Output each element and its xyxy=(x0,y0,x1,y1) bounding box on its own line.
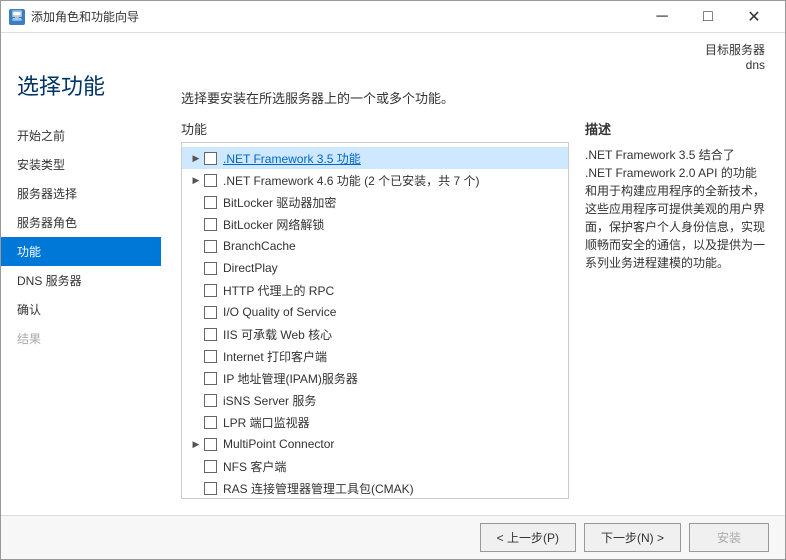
target-label: 目标服务器 xyxy=(705,43,765,57)
checkbox-lpr[interactable] xyxy=(204,416,217,429)
checkbox-net35[interactable] xyxy=(204,152,217,165)
checkbox-print-client[interactable] xyxy=(204,350,217,363)
checkbox-multipoint[interactable] xyxy=(204,438,217,451)
target-info: 目标服务器 dns xyxy=(161,33,785,72)
page-title: 选择功能 xyxy=(17,69,145,101)
sidebar-item-install-type[interactable]: 安装类型 xyxy=(1,150,161,179)
checkbox-isns[interactable] xyxy=(204,394,217,407)
sidebar-item-result: 结果 xyxy=(1,324,161,353)
feature-item-nfs[interactable]: NFS 客户端 xyxy=(182,455,568,477)
checkbox-ras[interactable] xyxy=(204,482,217,495)
feature-label-print-client: Internet 打印客户端 xyxy=(223,348,327,365)
sidebar-item-confirm[interactable]: 确认 xyxy=(1,295,161,324)
feature-item-net46[interactable]: ▶ .NET Framework 4.6 功能 (2 个已安装，共 7 个) xyxy=(182,169,568,191)
feature-item-net35[interactable]: ▶ .NET Framework 3.5 功能 xyxy=(182,147,568,169)
feature-label-isns: iSNS Server 服务 xyxy=(223,392,316,409)
prev-button[interactable]: < 上一步(P) xyxy=(480,523,576,552)
feature-item-multipoint[interactable]: ▶ MultiPoint Connector xyxy=(182,433,568,455)
feature-item-isns[interactable]: iSNS Server 服务 xyxy=(182,389,568,411)
instruction-text: 选择要安装在所选服务器上的一个或多个功能。 xyxy=(181,88,765,107)
checkbox-http-proxy[interactable] xyxy=(204,284,217,297)
title-bar-left: 🖥 添加角色和功能向导 xyxy=(9,8,139,25)
feature-item-ras[interactable]: RAS 连接管理器管理工具包(CMAK) xyxy=(182,477,568,498)
checkbox-net46[interactable] xyxy=(204,174,217,187)
checkbox-branchcache[interactable] xyxy=(204,240,217,253)
main-content: 选择要安装在所选服务器上的一个或多个功能。 功能 ▶ .NET Framework… xyxy=(161,72,785,515)
sidebar-item-dns-server[interactable]: DNS 服务器 xyxy=(1,266,161,295)
window-title: 添加角色和功能向导 xyxy=(31,8,139,25)
feature-label-http-proxy: HTTP 代理上的 RPC xyxy=(223,282,334,299)
checkbox-ip-mgmt[interactable] xyxy=(204,372,217,385)
sidebar: 选择功能 开始之前安装类型服务器选择服务器角色功能DNS 服务器确认结果 xyxy=(1,33,161,515)
checkbox-io-quality[interactable] xyxy=(204,306,217,319)
feature-label-io-quality: I/O Quality of Service xyxy=(223,305,336,319)
feature-list-container: ▶ .NET Framework 3.5 功能 ▶ .NET Framework 4.… xyxy=(181,142,569,499)
title-bar: 🖥 添加角色和功能向导 ─ □ ✕ xyxy=(1,1,785,33)
feature-label-ip-mgmt: IP 地址管理(IPAM)服务器 xyxy=(223,370,358,387)
checkbox-bitlocker-drive[interactable] xyxy=(204,196,217,209)
sidebar-item-features[interactable]: 功能 xyxy=(1,237,161,266)
checkbox-iis-web[interactable] xyxy=(204,328,217,341)
expand-btn-net35[interactable]: ▶ xyxy=(190,152,202,164)
sidebar-item-before-start[interactable]: 开始之前 xyxy=(1,121,161,150)
target-value: dns xyxy=(746,58,765,72)
feature-item-io-quality[interactable]: I/O Quality of Service xyxy=(182,301,568,323)
feature-label-directplay: DirectPlay xyxy=(223,261,278,275)
checkbox-directplay[interactable] xyxy=(204,262,217,275)
content-area: 选择功能 开始之前安装类型服务器选择服务器角色功能DNS 服务器确认结果 目标服… xyxy=(1,33,785,515)
feature-item-bitlocker-drive[interactable]: BitLocker 驱动器加密 xyxy=(182,191,568,213)
next-button[interactable]: 下一步(N) > xyxy=(584,523,681,552)
checkbox-bitlocker-net[interactable] xyxy=(204,218,217,231)
feature-item-ip-mgmt[interactable]: IP 地址管理(IPAM)服务器 xyxy=(182,367,568,389)
description-text: .NET Framework 3.5 结合了 .NET Framework 2.… xyxy=(585,146,765,272)
sidebar-item-server-select[interactable]: 服务器选择 xyxy=(1,179,161,208)
expand-btn-multipoint[interactable]: ▶ xyxy=(190,438,202,450)
sidebar-item-server-roles[interactable]: 服务器角色 xyxy=(1,208,161,237)
install-button[interactable]: 安装 xyxy=(689,523,769,552)
window-controls: ─ □ ✕ xyxy=(639,1,777,33)
feature-item-http-proxy[interactable]: HTTP 代理上的 RPC xyxy=(182,279,568,301)
footer: < 上一步(P) 下一步(N) > 安装 xyxy=(1,515,785,559)
description-panel: 描述 .NET Framework 3.5 结合了 .NET Framework… xyxy=(585,119,765,499)
window-icon: 🖥 xyxy=(9,9,25,25)
close-button[interactable]: ✕ xyxy=(731,1,777,33)
feature-label-bitlocker-net: BitLocker 网络解锁 xyxy=(223,216,324,233)
feature-item-lpr[interactable]: LPR 端口监视器 xyxy=(182,411,568,433)
description-title: 描述 xyxy=(585,119,765,138)
feature-item-bitlocker-net[interactable]: BitLocker 网络解锁 xyxy=(182,213,568,235)
minimize-button[interactable]: ─ xyxy=(639,1,685,33)
feature-label-ras: RAS 连接管理器管理工具包(CMAK) xyxy=(223,480,414,497)
feature-label-bitlocker-drive: BitLocker 驱动器加密 xyxy=(223,194,336,211)
feature-item-branchcache[interactable]: BranchCache xyxy=(182,235,568,257)
features-panel: 功能 ▶ .NET Framework 3.5 功能 ▶ .NET Framework… xyxy=(181,119,765,499)
col-header: 功能 xyxy=(181,119,569,138)
feature-item-iis-web[interactable]: IIS 可承载 Web 核心 xyxy=(182,323,568,345)
feature-label-lpr: LPR 端口监视器 xyxy=(223,414,310,431)
feature-list: ▶ .NET Framework 3.5 功能 ▶ .NET Framework 4.… xyxy=(182,143,568,498)
feature-label-net46: .NET Framework 4.6 功能 (2 个已安装，共 7 个) xyxy=(223,172,479,189)
feature-item-print-client[interactable]: Internet 打印客户端 xyxy=(182,345,568,367)
checkbox-nfs[interactable] xyxy=(204,460,217,473)
expand-btn-net46[interactable]: ▶ xyxy=(190,174,202,186)
feature-label-iis-web: IIS 可承载 Web 核心 xyxy=(223,326,332,343)
sidebar-nav: 开始之前安装类型服务器选择服务器角色功能DNS 服务器确认结果 xyxy=(1,121,161,353)
feature-label-multipoint: MultiPoint Connector xyxy=(223,437,334,451)
main-window: 🖥 添加角色和功能向导 ─ □ ✕ 选择功能 开始之前安装类型服务器选择服务器角… xyxy=(0,0,786,560)
maximize-button[interactable]: □ xyxy=(685,1,731,33)
feature-item-directplay[interactable]: DirectPlay xyxy=(182,257,568,279)
feature-label-net35: .NET Framework 3.5 功能 xyxy=(223,150,361,167)
feature-label-nfs: NFS 客户端 xyxy=(223,458,286,475)
feature-label-branchcache: BranchCache xyxy=(223,239,296,253)
